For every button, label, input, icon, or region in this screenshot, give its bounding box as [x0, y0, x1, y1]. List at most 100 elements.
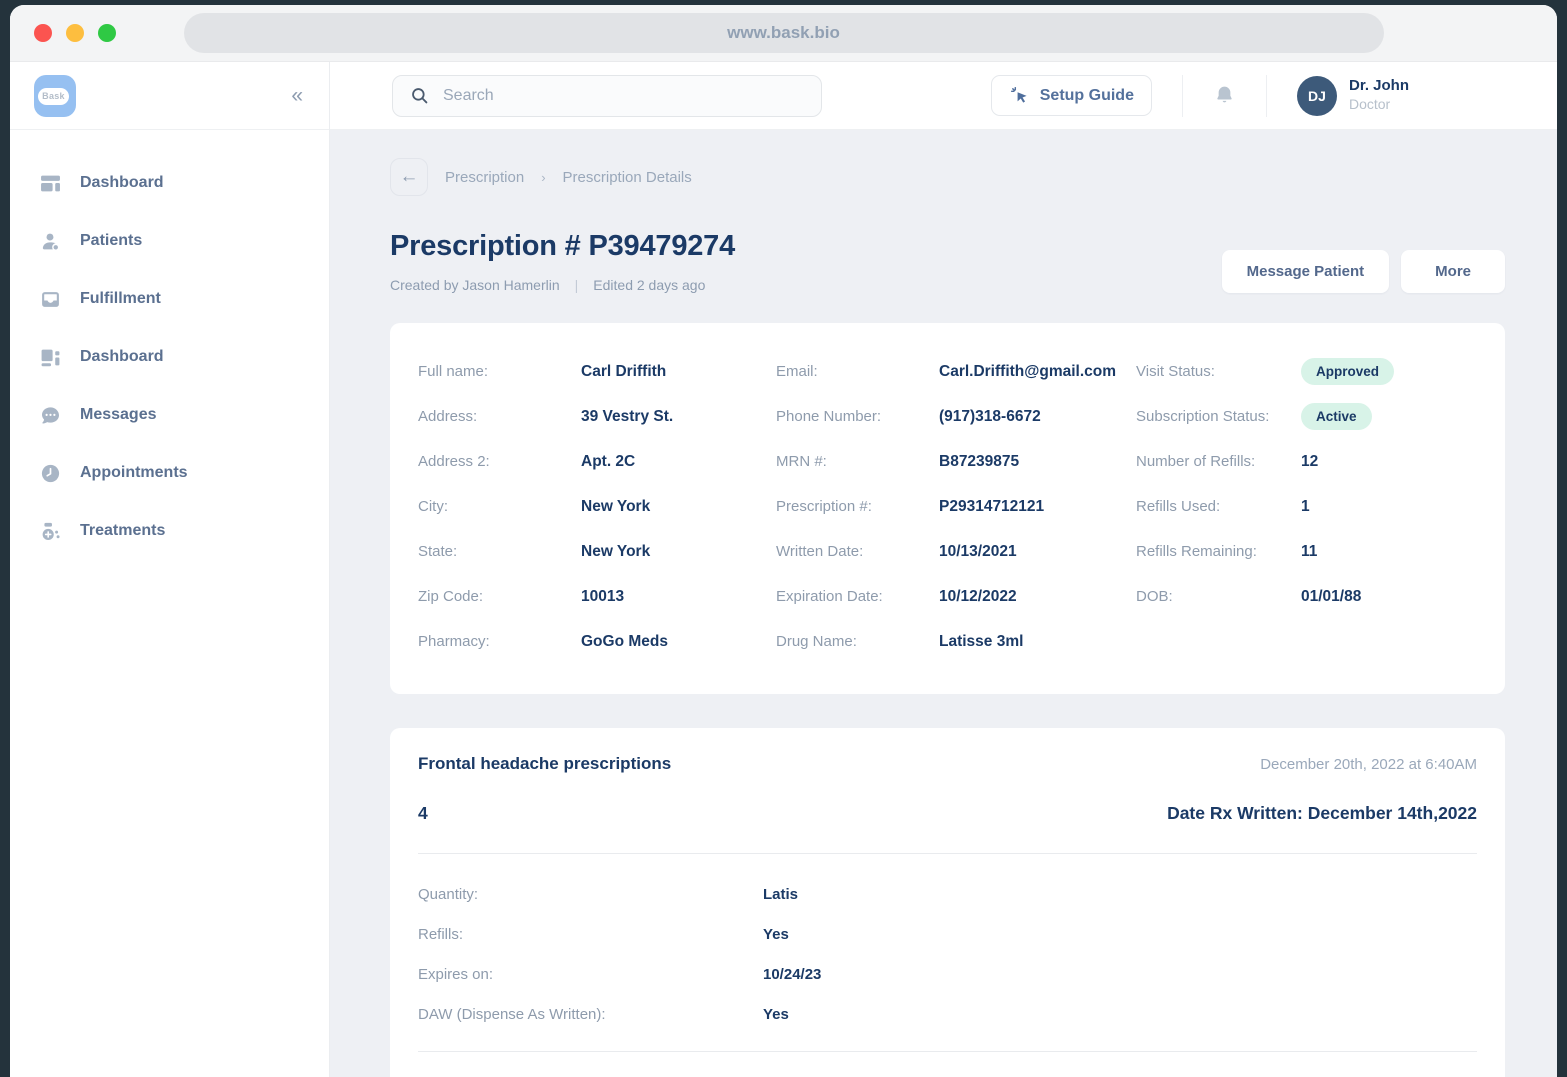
- page-title: Prescription # P39479274: [390, 230, 735, 263]
- dashboard-columns-icon: [40, 173, 61, 194]
- app-logo[interactable]: Bask: [34, 75, 76, 117]
- field-value: 11: [1301, 543, 1477, 561]
- field-value: New York: [581, 543, 776, 561]
- patients-icon: [40, 231, 61, 252]
- sidebar-item-patients[interactable]: Patients: [10, 212, 329, 270]
- sidebar-item-appointments[interactable]: Appointments: [10, 444, 329, 502]
- url-text: www.bask.bio: [727, 23, 840, 43]
- field-value: Carl.Driffith@gmail.com: [939, 363, 1136, 381]
- meta-separator: |: [575, 277, 579, 293]
- sidebar-item-dashboard-2[interactable]: Dashboard: [10, 328, 329, 386]
- sidebar-nav: Dashboard Patients Fulfillment: [10, 130, 329, 560]
- message-patient-button[interactable]: Message Patient: [1222, 250, 1390, 293]
- sidebar-collapse-icon[interactable]: «: [291, 85, 303, 106]
- field-label: Email:: [776, 363, 939, 380]
- field-label: Number of Refills:: [1136, 453, 1301, 470]
- bell-icon: [1213, 84, 1236, 107]
- sidebar-item-label: Patients: [80, 232, 142, 250]
- rx-row: Refills: Yes: [418, 914, 1477, 954]
- browser-chrome: www.bask.bio: [10, 5, 1557, 62]
- chevron-right-icon: ›: [541, 170, 545, 185]
- address-bar[interactable]: www.bask.bio: [184, 13, 1384, 53]
- divider: [418, 1051, 1477, 1052]
- field-label: Zip Code:: [418, 588, 581, 605]
- field-label: Subscription Status:: [1136, 408, 1301, 425]
- field-value: 10/13/2021: [939, 543, 1136, 561]
- rx-card-timestamp: December 20th, 2022 at 6:40AM: [1260, 756, 1477, 773]
- breadcrumb-prescription-details[interactable]: Prescription Details: [563, 169, 692, 186]
- sidebar-item-label: Fulfillment: [80, 290, 161, 308]
- search-icon: [410, 86, 429, 105]
- user-menu[interactable]: DJ Dr. John Doctor: [1297, 76, 1409, 116]
- back-arrow-icon: ←: [400, 166, 419, 188]
- field-label: Expires on:: [418, 966, 763, 983]
- cursor-sparkle-icon: [1009, 85, 1030, 106]
- sidebar-item-dashboard[interactable]: Dashboard: [10, 154, 329, 212]
- field-value: 10/24/23: [763, 966, 1477, 983]
- field-label: Address:: [418, 408, 581, 425]
- field-value: Latisse 3ml: [939, 633, 1136, 651]
- fulfillment-inbox-icon: [40, 289, 61, 310]
- clock-icon: [40, 463, 61, 484]
- field-value: 10/12/2022: [939, 588, 1136, 606]
- field-label: Prescription #:: [776, 498, 939, 515]
- field-value: 01/01/88: [1301, 588, 1477, 606]
- sidebar-item-treatments[interactable]: Treatments: [10, 502, 329, 560]
- sidebar-item-label: Dashboard: [80, 174, 164, 192]
- sidebar-item-label: Appointments: [80, 464, 188, 482]
- breadcrumb-prescription[interactable]: Prescription: [445, 169, 524, 186]
- search-input[interactable]: [443, 87, 804, 105]
- minimize-window-icon[interactable]: [66, 24, 84, 42]
- status-badge: Approved: [1301, 358, 1394, 385]
- sidebar-item-label: Dashboard: [80, 348, 164, 366]
- field-label: Refills:: [418, 926, 763, 943]
- topbar-divider: [1182, 75, 1183, 117]
- prescription-details-card: Full name: Carl Driffith Email: Carl.Dri…: [390, 323, 1505, 694]
- search-box[interactable]: [392, 75, 822, 117]
- field-value: Yes: [763, 926, 1477, 943]
- messages-bubble-icon: [40, 405, 61, 426]
- setup-guide-button[interactable]: Setup Guide: [991, 75, 1152, 116]
- sidebar-header: Bask «: [10, 62, 329, 130]
- user-name: Dr. John: [1349, 77, 1409, 96]
- notifications-button[interactable]: [1213, 84, 1236, 107]
- rx-count: 4: [418, 803, 428, 824]
- browser-window: www.bask.bio Bask « Dashboard: [10, 5, 1557, 1077]
- sidebar-item-fulfillment[interactable]: Fulfillment: [10, 270, 329, 328]
- rx-row: Quantity: Latis: [418, 874, 1477, 914]
- field-value: B87239875: [939, 453, 1136, 471]
- avatar: DJ: [1297, 76, 1337, 116]
- field-label: State:: [418, 543, 581, 560]
- rx-row: DAW (Dispense As Written): Yes: [418, 994, 1477, 1034]
- field-label: Refills Used:: [1136, 498, 1301, 515]
- user-role: Doctor: [1349, 96, 1409, 114]
- field-value: GoGo Meds: [581, 633, 776, 651]
- field-value: Yes: [763, 1006, 1477, 1023]
- field-label: Pharmacy:: [418, 633, 581, 650]
- field-label: Quantity:: [418, 886, 763, 903]
- status-badge: Active: [1301, 403, 1372, 430]
- field-value: 1: [1301, 498, 1477, 516]
- back-button[interactable]: ←: [390, 158, 428, 196]
- topbar-divider: [1266, 75, 1267, 117]
- field-label: Expiration Date:: [776, 588, 939, 605]
- field-label: City:: [418, 498, 581, 515]
- rx-card-title: Frontal headache prescriptions: [418, 754, 671, 774]
- field-value: Apt. 2C: [581, 453, 776, 471]
- sidebar-item-label: Messages: [80, 406, 157, 424]
- field-value: (917)318-6672: [939, 408, 1136, 426]
- title-meta: Created by Jason Hamerlin | Edited 2 day…: [390, 277, 735, 293]
- field-label: Drug Name:: [776, 633, 939, 650]
- close-window-icon[interactable]: [34, 24, 52, 42]
- more-button[interactable]: More: [1401, 250, 1505, 293]
- field-label: Full name:: [418, 363, 581, 380]
- zoom-window-icon[interactable]: [98, 24, 116, 42]
- field-value: Latis: [763, 886, 1477, 903]
- sidebar-item-messages[interactable]: Messages: [10, 386, 329, 444]
- sidebar: Bask « Dashboard Patients: [10, 62, 330, 1077]
- rx-card: Frontal headache prescriptions December …: [390, 728, 1505, 1077]
- page-content: ← Prescription › Prescription Details Pr…: [330, 130, 1557, 1077]
- field-label: Written Date:: [776, 543, 939, 560]
- logo-pill: Bask: [38, 88, 69, 105]
- edited-text: Edited 2 days ago: [593, 277, 705, 293]
